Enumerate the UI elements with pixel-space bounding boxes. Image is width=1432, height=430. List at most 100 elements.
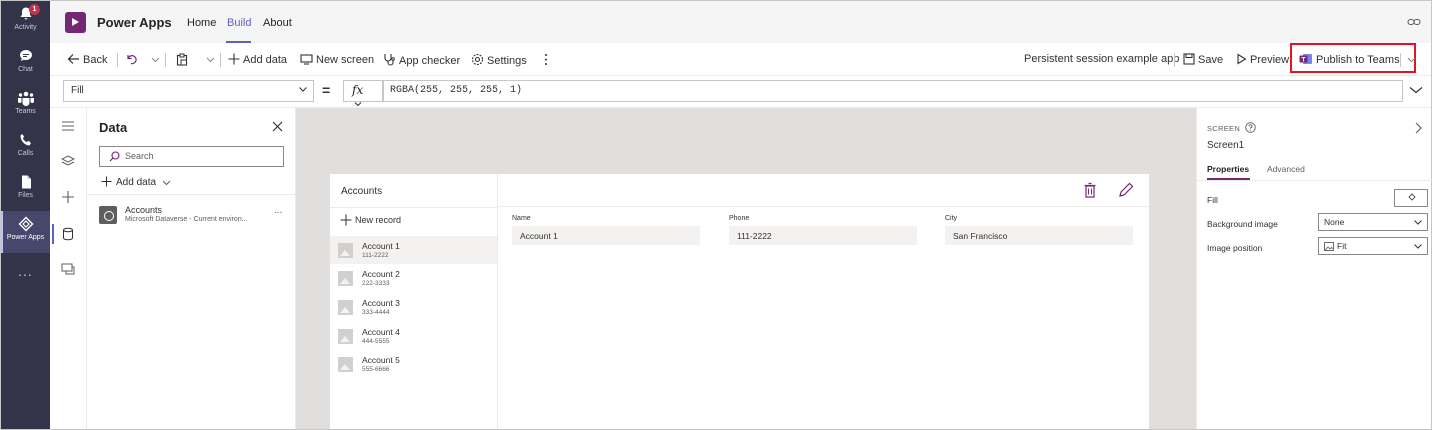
gallery-row[interactable]: Account 1 111-2222: [330, 236, 497, 264]
publish-to-teams-button[interactable]: Publish to Teams: [1299, 53, 1400, 66]
app-screen[interactable]: Accounts New record Account 1 111-2222 A…: [330, 174, 1149, 429]
save-button[interactable]: Save: [1183, 53, 1223, 66]
field-name: Name Account 1: [512, 215, 700, 245]
rail-label: Teams: [15, 108, 36, 115]
add-data-button[interactable]: Add data: [101, 176, 171, 188]
image-position-dropdown[interactable]: Fit: [1318, 237, 1428, 255]
file-icon: [21, 175, 31, 189]
new-record-button[interactable]: New record: [340, 214, 401, 226]
divider: [117, 53, 118, 67]
gallery-row[interactable]: Account 2 222-3333: [330, 264, 497, 292]
more-vertical-icon: [545, 54, 547, 65]
settings-button[interactable]: Settings: [471, 53, 527, 67]
background-image-dropdown[interactable]: None: [1318, 213, 1428, 231]
record-phone: 444-5555: [362, 338, 390, 345]
data-source-item[interactable]: Accounts Microsoft Dataverse - Current e…: [99, 204, 289, 232]
accounts-gallery[interactable]: Accounts New record Account 1 111-2222 A…: [330, 174, 498, 429]
account-form[interactable]: Name Account 1 Phone 111-2222 City San F…: [498, 174, 1149, 429]
rail-label: Chat: [18, 66, 33, 73]
new-screen-button[interactable]: New screen: [300, 53, 374, 66]
search-placeholder: Search: [125, 151, 154, 161]
chevron-down-icon: [354, 102, 362, 107]
more-options-button[interactable]: ...: [274, 205, 282, 216]
preview-button[interactable]: Preview: [1236, 53, 1289, 66]
tab-advanced[interactable]: Advanced: [1267, 164, 1305, 174]
gallery-row[interactable]: Account 5 555-6666: [330, 350, 497, 378]
prop-label-fill: Fill: [1207, 195, 1218, 205]
chevron-down-icon: [1407, 57, 1416, 63]
app-header: Power Apps Home Build About: [50, 1, 1431, 43]
save-icon: [1183, 53, 1195, 65]
fx-button[interactable]: fx: [343, 80, 383, 107]
command-bar: Back Add data New screen App checker Set…: [50, 43, 1431, 76]
help-icon[interactable]: [1245, 122, 1256, 133]
rail-label: Power Apps: [6, 234, 45, 241]
publish-label: Publish to Teams: [1316, 54, 1400, 66]
image-placeholder-icon: [338, 271, 353, 286]
rail-item-chat[interactable]: Chat: [1, 43, 50, 85]
paste-button[interactable]: [176, 53, 191, 67]
fx-label: fx: [352, 83, 364, 97]
more-commands-button[interactable]: [544, 53, 551, 67]
properties-panel: SCREEN Screen1 Properties Advanced Fill …: [1196, 108, 1432, 429]
app-checker-button[interactable]: App checker: [383, 53, 460, 67]
field-value[interactable]: Account 1: [512, 226, 700, 245]
dataverse-icon: [99, 206, 117, 224]
trash-icon[interactable]: [1083, 182, 1097, 198]
undo-dropdown[interactable]: [151, 53, 163, 65]
rail-item-teams[interactable]: Teams: [1, 85, 50, 127]
gallery-title: Accounts: [341, 186, 383, 197]
add-data-button[interactable]: Add data: [228, 53, 287, 66]
power-apps-logo-icon: [65, 12, 86, 33]
divider: [330, 207, 498, 208]
activity-badge: 1: [29, 4, 40, 15]
rail-item-activity[interactable]: 1 Activity: [1, 1, 50, 43]
media-icon[interactable]: [61, 262, 75, 276]
chevron-down-icon: [206, 57, 215, 63]
back-button[interactable]: Back: [67, 53, 107, 66]
prop-label-background-image: Background image: [1207, 219, 1278, 229]
add-data-label: Add data: [243, 54, 288, 66]
link-icon[interactable]: [1407, 17, 1421, 27]
property-dropdown[interactable]: Fill: [63, 80, 314, 102]
field-value[interactable]: 111-2222: [729, 226, 917, 245]
gallery-row[interactable]: Account 4 444-5555: [330, 322, 497, 350]
image-placeholder-icon: [338, 329, 353, 344]
add-data-label: Add data: [116, 177, 157, 188]
hamburger-icon[interactable]: [61, 120, 75, 132]
search-input[interactable]: Search: [99, 146, 284, 167]
edit-icon[interactable]: [1118, 182, 1134, 198]
chevron-down-icon[interactable]: [1409, 85, 1423, 95]
formula-input[interactable]: RGBA(255, 255, 255, 1): [383, 80, 1403, 102]
gallery-row[interactable]: Account 3 333-4444: [330, 293, 497, 321]
rail-label: Calls: [17, 150, 34, 157]
publish-dropdown[interactable]: [1407, 53, 1419, 65]
chevron-down-icon: [1414, 244, 1422, 249]
fill-color-picker[interactable]: [1394, 189, 1428, 207]
clipboard-icon: [176, 53, 188, 66]
rail-item-files[interactable]: Files: [1, 169, 50, 211]
rail-item-calls[interactable]: Calls: [1, 127, 50, 169]
plus-icon[interactable]: [61, 190, 75, 204]
chevron-right-icon[interactable]: [1414, 122, 1422, 134]
rail-item-power-apps[interactable]: Power Apps: [1, 211, 50, 253]
undo-button[interactable]: [125, 53, 140, 66]
field-value[interactable]: San Francisco: [945, 226, 1133, 245]
tab-about[interactable]: About: [263, 17, 292, 29]
record-name: Account 4: [362, 327, 400, 337]
paste-dropdown[interactable]: [206, 53, 218, 65]
rail-more-button[interactable]: ...: [1, 263, 50, 279]
database-icon[interactable]: [61, 227, 75, 241]
tab-build[interactable]: Build: [227, 17, 251, 29]
active-menu-indicator: [52, 224, 54, 244]
record-name: Account 5: [362, 355, 400, 365]
tab-properties[interactable]: Properties: [1207, 164, 1249, 174]
chevron-down-icon: [151, 57, 160, 63]
close-icon[interactable]: [272, 121, 283, 132]
divider: [87, 194, 295, 195]
tab-home[interactable]: Home: [187, 17, 216, 29]
plus-icon: [340, 214, 352, 226]
layers-icon[interactable]: [61, 154, 75, 168]
new-screen-label: New screen: [316, 54, 375, 66]
settings-label: Settings: [487, 55, 527, 67]
